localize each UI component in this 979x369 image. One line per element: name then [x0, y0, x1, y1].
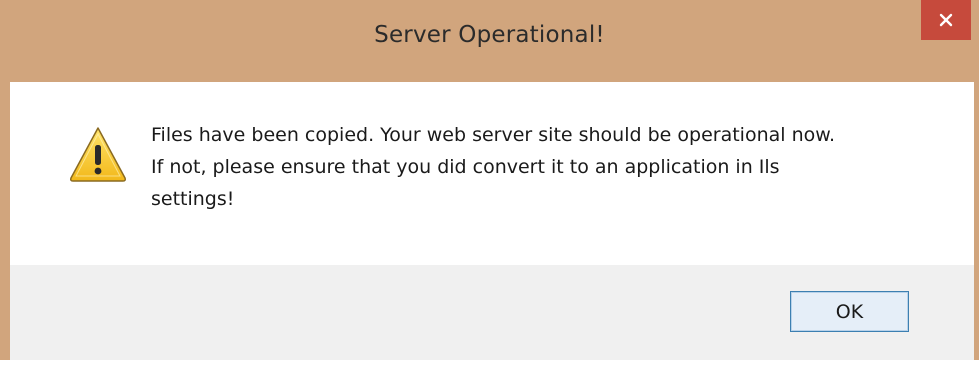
- button-bar: OK: [10, 265, 974, 360]
- message-line: Files have been copied. Your web server …: [151, 124, 836, 146]
- dialog-window: Server Operational! Files have been copi…: [0, 0, 979, 360]
- dialog-title: Server Operational!: [374, 22, 605, 48]
- dialog-body: Files have been copied. Your web server …: [10, 82, 974, 360]
- title-bar[interactable]: Server Operational!: [0, 0, 979, 82]
- message-line: If not, please ensure that you did conve…: [151, 156, 780, 178]
- message-line: settings!: [151, 188, 235, 210]
- close-icon: [939, 13, 953, 27]
- message-area: Files have been copied. Your web server …: [10, 82, 974, 265]
- warning-icon: [68, 125, 128, 183]
- close-button[interactable]: [921, 0, 971, 40]
- ok-button[interactable]: OK: [790, 291, 909, 332]
- message-text: Files have been copied. Your web server …: [151, 119, 951, 215]
